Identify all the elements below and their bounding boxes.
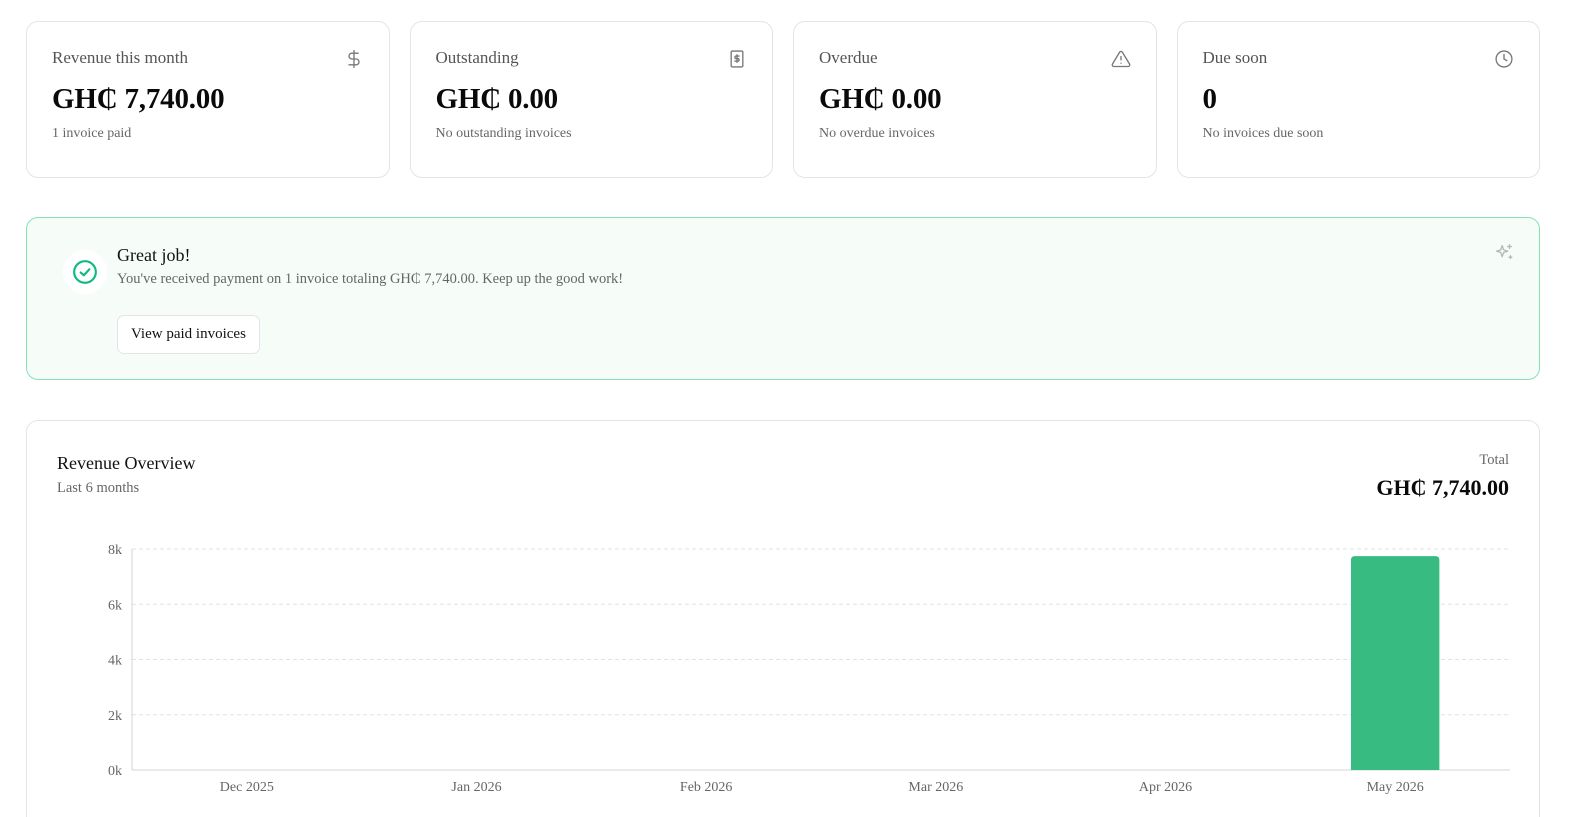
stat-title: Due soon: [1202, 48, 1268, 67]
banner-icon-wrap: [63, 250, 107, 294]
stat-value: GH₵ 7,740.00: [52, 83, 225, 115]
stat-subtext: 1 invoice paid: [52, 126, 132, 141]
stats-row: Revenue this month GH₵ 7,740.00 1 invoic…: [26, 21, 1540, 178]
stat-title: Overdue: [819, 48, 878, 67]
x-tick-label: Mar 2026: [908, 780, 963, 795]
stat-card-due-soon: Due soon 0 No invoices due soon: [1176, 21, 1540, 178]
stat-subtext: No invoices due soon: [1202, 126, 1324, 141]
check-circle-icon: [73, 260, 97, 284]
dollar-icon: [347, 50, 360, 69]
stat-title: Outstanding: [435, 48, 519, 67]
revenue-bar-chart: 0k 2k 4k 6k 8k Dec 2025 Jan 2026 Feb 2026 Mar 20…: [108, 543, 1510, 795]
x-tick-label: Apr 2026: [1139, 780, 1192, 795]
stat-title: Revenue this month: [52, 48, 188, 67]
banner-title: Great job!: [117, 245, 191, 265]
stat-value: GH₵ 0.00: [819, 83, 942, 115]
stat-subtext: No outstanding invoices: [435, 126, 572, 141]
y-tick-label: 8k: [108, 543, 122, 558]
stat-card-revenue: Revenue this month GH₵ 7,740.00 1 invoic…: [26, 21, 390, 178]
revenue-overview-card: Revenue Overview Last 6 months Total GH₵…: [26, 420, 1540, 817]
x-tick-label: May 2026: [1367, 780, 1424, 795]
y-tick-label: 2k: [108, 709, 122, 724]
bar: [1350, 556, 1440, 770]
x-tick-label: Dec 2025: [220, 780, 274, 795]
receipt-icon: [730, 50, 744, 68]
stat-value: 0: [1202, 83, 1218, 115]
stat-subtext: No overdue invoices: [819, 126, 935, 141]
stat-card-outstanding: Outstanding GH₵ 0.00 No outstanding invo…: [409, 21, 773, 178]
stat-card-overdue: Overdue GH₵ 0.00 No overdue invoices: [793, 21, 1157, 178]
y-tick-label: 0k: [108, 764, 122, 779]
x-tick-label: Feb 2026: [680, 780, 733, 795]
clock-icon: [1495, 50, 1513, 68]
success-banner: Great job! You've received payment on 1 …: [26, 217, 1540, 380]
y-tick-label: 6k: [108, 598, 122, 613]
x-tick-label: Jan 2026: [451, 780, 501, 795]
stat-value: GH₵ 0.00: [435, 83, 559, 115]
sparkle-icon: [1495, 244, 1513, 260]
y-tick-label: 4k: [108, 654, 122, 669]
banner-text: You've received payment on 1 invoice tot…: [117, 271, 624, 287]
warning-icon: [1111, 50, 1130, 68]
view-paid-invoices-button[interactable]: View paid invoices: [117, 315, 260, 354]
